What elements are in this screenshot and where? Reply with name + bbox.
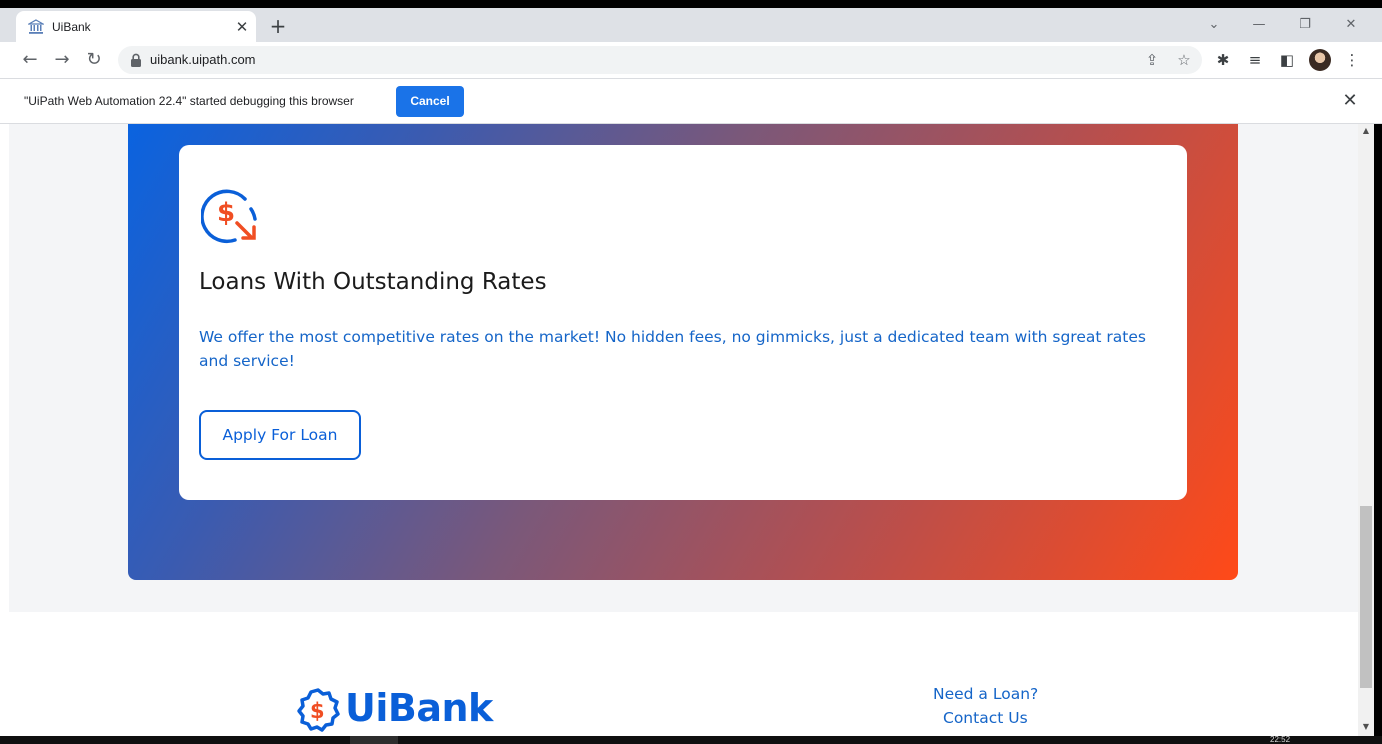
window-close-icon[interactable]: ✕ (1337, 12, 1365, 38)
tab-strip: UiBank ✕ + ⌄ — ❐ ✕ (0, 8, 1382, 42)
taskbar-clock: 22:52 (1270, 735, 1291, 744)
profile-avatar[interactable] (1309, 49, 1331, 71)
chevron-down-icon[interactable]: ⌄ (1200, 12, 1228, 38)
side-panel-icon[interactable]: ◧ (1277, 50, 1297, 70)
promo-gradient-panel: $ Loans With Outstanding Rates We offer … (128, 124, 1238, 580)
svg-text:$: $ (217, 198, 235, 228)
footer-link-contact-us[interactable]: Contact Us (943, 709, 1028, 727)
new-tab-icon[interactable]: + (266, 15, 290, 39)
dollar-badge-icon: $ (297, 688, 340, 732)
debugging-infobar: "UiPath Web Automation 22.4" started deb… (0, 78, 1382, 124)
debugging-message: "UiPath Web Automation 22.4" started deb… (24, 94, 354, 108)
menu-kebab-icon[interactable]: ⋮ (1342, 50, 1362, 70)
bank-icon (28, 19, 44, 34)
reload-icon[interactable]: ↻ (82, 48, 106, 72)
infobar-close-icon[interactable]: ✕ (1340, 91, 1360, 111)
forward-icon[interactable]: → (50, 48, 74, 72)
restore-icon[interactable]: ❐ (1291, 12, 1319, 38)
scroll-down-arrow-icon[interactable]: ▼ (1358, 722, 1374, 734)
bookmark-star-icon[interactable]: ☆ (1174, 50, 1194, 70)
screen: UiBank ✕ + ⌄ — ❐ ✕ ← → ↻ uibank.uipath.c… (0, 0, 1382, 744)
os-taskbar: 22:52 (0, 736, 1382, 744)
media-control-icon[interactable]: ≡ (1245, 50, 1265, 70)
uibank-logo[interactable]: $ UiBank (295, 686, 505, 736)
minimize-icon[interactable]: — (1245, 12, 1273, 38)
scroll-up-arrow-icon[interactable]: ▲ (1358, 126, 1374, 138)
share-icon[interactable]: ⇪ (1142, 50, 1162, 70)
footer-link-need-a-loan[interactable]: Need a Loan? (933, 685, 1038, 703)
card-description: We offer the most competitive rates on t… (199, 328, 1146, 370)
tab-close-icon[interactable]: ✕ (232, 17, 252, 37)
browser-toolbar: ← → ↻ uibank.uipath.com ⇪ ☆ ✱ ≡ ◧ ⋮ (0, 42, 1382, 78)
address-bar[interactable]: uibank.uipath.com ⇪ ☆ (118, 46, 1202, 74)
back-icon[interactable]: ← (18, 48, 42, 72)
extensions-icon[interactable]: ✱ (1213, 50, 1233, 70)
url-text: uibank.uipath.com (150, 52, 256, 67)
loan-card: $ Loans With Outstanding Rates We offer … (179, 145, 1187, 500)
logo-wordmark: UiBank (345, 686, 493, 730)
svg-text:$: $ (310, 699, 325, 723)
browser-tab[interactable]: UiBank ✕ (16, 11, 256, 42)
card-title: Loans With Outstanding Rates (199, 269, 547, 295)
tab-title: UiBank (52, 20, 91, 34)
lock-icon (131, 53, 141, 67)
taskbar-app-item[interactable] (350, 736, 398, 744)
page-scrollbar[interactable]: ▲ ▼ (1358, 124, 1374, 736)
dollar-rate-down-icon: $ (201, 189, 257, 244)
page-viewport: $ Loans With Outstanding Rates We offer … (0, 124, 1358, 736)
apply-for-loan-button[interactable]: Apply For Loan (199, 410, 361, 460)
cancel-debugging-button[interactable]: Cancel (396, 86, 464, 117)
scrollbar-thumb[interactable] (1360, 506, 1372, 688)
